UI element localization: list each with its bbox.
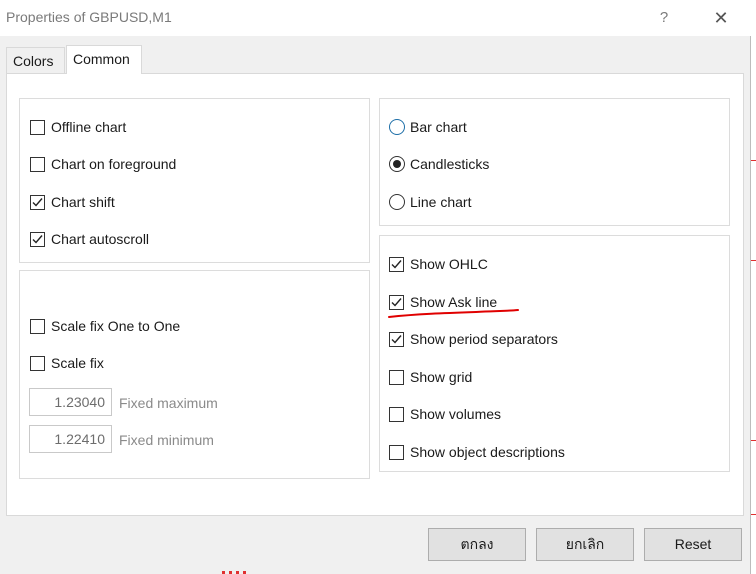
chart-shift-checkbox[interactable]: Chart shift xyxy=(30,192,115,212)
checkbox-box[interactable] xyxy=(30,194,45,210)
check-icon xyxy=(391,334,402,344)
help-icon[interactable]: ? xyxy=(650,4,678,32)
fixed-minimum-label: Fixed minimum xyxy=(119,432,214,448)
check-icon xyxy=(391,297,402,307)
radio-candlesticks[interactable]: Candlesticks xyxy=(389,154,489,174)
checkbox-label: Chart on foreground xyxy=(51,156,177,172)
check-icon xyxy=(32,234,43,244)
checkbox-label: Show OHLC xyxy=(410,256,488,272)
fixed-minimum-input[interactable]: 1.22410 xyxy=(29,425,112,453)
checkbox-box[interactable] xyxy=(30,156,45,172)
show-grid-checkbox[interactable]: Show grid xyxy=(389,367,472,387)
window-title: Properties of GBPUSD,M1 xyxy=(6,9,172,25)
chart-on-foreground-checkbox[interactable]: Chart on foreground xyxy=(30,154,176,174)
chart-type-group: Bar chart Candlesticks Line chart xyxy=(379,98,730,226)
dialog-footer xyxy=(0,516,750,574)
ok-button[interactable]: ตกลง xyxy=(428,528,526,561)
reset-button[interactable]: Reset xyxy=(644,528,742,561)
radio-button[interactable] xyxy=(389,119,405,135)
checkbox-box[interactable] xyxy=(389,369,404,385)
radio-button[interactable] xyxy=(389,156,405,172)
radio-bar-chart[interactable]: Bar chart xyxy=(389,117,467,137)
checkbox-box[interactable] xyxy=(389,406,404,422)
fixed-maximum-input[interactable]: 1.23040 xyxy=(29,388,112,416)
radio-line-chart[interactable]: Line chart xyxy=(389,192,471,212)
checkbox-label: Scale fix One to One xyxy=(51,318,181,334)
checkbox-label: Show volumes xyxy=(410,406,502,422)
checkbox-box[interactable] xyxy=(389,256,404,272)
check-icon xyxy=(32,197,43,207)
cancel-button[interactable]: ยกเลิก xyxy=(536,528,634,561)
show-period-separators-checkbox[interactable]: Show period separators xyxy=(389,329,558,349)
tab-panel-common: Offline chart Chart on foreground Chart … xyxy=(6,73,744,516)
show-ohlc-checkbox[interactable]: Show OHLC xyxy=(389,254,488,274)
checkbox-box[interactable] xyxy=(30,119,45,135)
checkbox-label: Show period separators xyxy=(410,331,558,347)
scale-group: Scale fix One to One Scale fix 1.23040 F… xyxy=(19,270,370,479)
title-bar: Properties of GBPUSD,M1 ? ✕ xyxy=(0,0,756,36)
scale-fix-checkbox[interactable]: Scale fix xyxy=(30,353,104,373)
radio-label: Line chart xyxy=(410,194,472,210)
checkbox-label: Chart shift xyxy=(51,194,115,210)
tab-colors[interactable]: Colors xyxy=(6,47,65,74)
checkbox-box[interactable] xyxy=(30,231,45,247)
radio-button[interactable] xyxy=(389,194,405,210)
checkbox-label: Show grid xyxy=(410,369,473,385)
checkbox-box[interactable] xyxy=(389,331,404,347)
checkbox-box[interactable] xyxy=(30,355,45,371)
chart-options-group: Offline chart Chart on foreground Chart … xyxy=(19,98,370,263)
red-underline-annotation xyxy=(388,309,519,318)
checkbox-label: Show object descriptions xyxy=(410,444,565,460)
check-icon xyxy=(391,259,402,269)
offline-chart-checkbox[interactable]: Offline chart xyxy=(30,117,126,137)
show-options-group: Show OHLC Show Ask line Show period sepa… xyxy=(379,235,730,472)
checkbox-label: Scale fix xyxy=(51,355,104,371)
tab-common[interactable]: Common xyxy=(66,45,142,74)
checkbox-box[interactable] xyxy=(389,444,404,460)
checkbox-label: Chart autoscroll xyxy=(51,231,150,247)
background-chart-edge xyxy=(750,36,756,574)
chart-autoscroll-checkbox[interactable]: Chart autoscroll xyxy=(30,229,149,249)
checkbox-box[interactable] xyxy=(30,318,45,334)
radio-label: Candlesticks xyxy=(410,156,490,172)
radio-label: Bar chart xyxy=(410,119,467,135)
close-icon[interactable]: ✕ xyxy=(704,4,738,32)
fixed-maximum-label: Fixed maximum xyxy=(119,395,218,411)
checkbox-label: Offline chart xyxy=(51,119,127,135)
radio-selected-dot xyxy=(393,160,401,168)
show-volumes-checkbox[interactable]: Show volumes xyxy=(389,404,501,424)
show-object-descriptions-checkbox[interactable]: Show object descriptions xyxy=(389,442,565,462)
scale-fix-one-to-one-checkbox[interactable]: Scale fix One to One xyxy=(30,316,180,336)
